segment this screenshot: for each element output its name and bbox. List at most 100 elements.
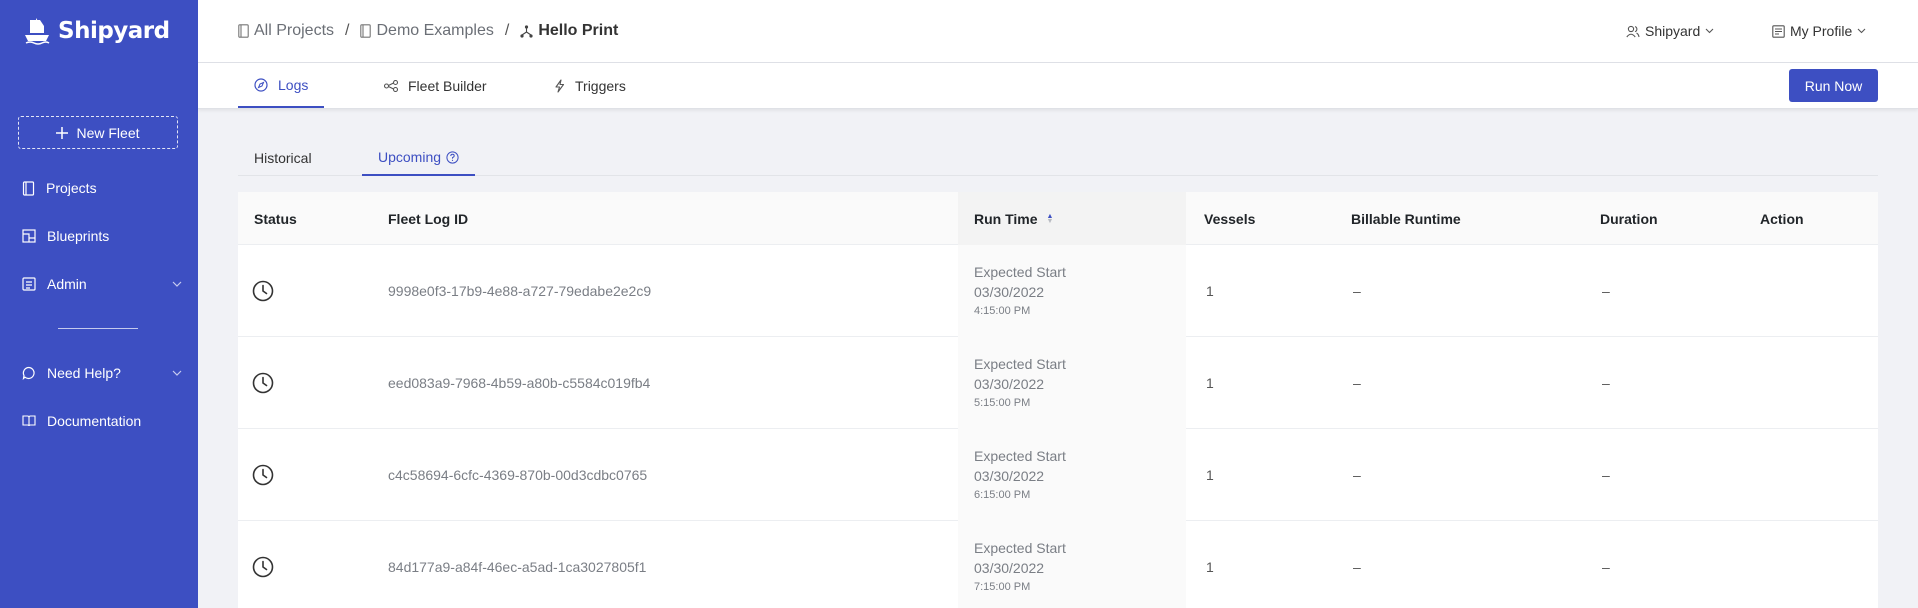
- tab-label: Logs: [278, 76, 309, 93]
- breadcrumb-separator: /: [504, 22, 510, 39]
- page-title: Hello Print: [538, 22, 619, 39]
- run-time-cell: Expected Start 03/30/2022 4:15:00 PM: [958, 245, 1186, 337]
- clock-icon: [252, 521, 274, 608]
- tab-logs[interactable]: Logs: [238, 63, 325, 108]
- org-menu-label: Shipyard: [1645, 23, 1701, 39]
- billable-runtime: –: [1353, 283, 1361, 299]
- lightning-icon: [554, 78, 565, 93]
- table-row[interactable]: 9998e0f3-17b9-4e88-a727-79edabe2e2c9 Exp…: [238, 245, 1878, 337]
- brand-name: Shipyard: [58, 18, 170, 44]
- tab-label: Fleet Builder: [408, 77, 487, 94]
- fleet-icon: [520, 24, 533, 38]
- breadcrumb-label: All Projects: [254, 22, 335, 39]
- help-circle-icon[interactable]: [446, 150, 459, 164]
- sidebar: Shipyard New Fleet Projects Blueprints A…: [0, 0, 198, 608]
- subtab-historical[interactable]: Historical: [254, 140, 312, 176]
- column-header-action: Action: [1760, 210, 1804, 227]
- book-icon: [238, 24, 249, 38]
- run-time-date: 03/30/2022: [974, 560, 1045, 576]
- run-time-time: 4:15:00 PM: [974, 305, 1031, 317]
- ship-icon: [22, 16, 52, 46]
- fleet-log-id[interactable]: c4c58694-6cfc-4369-870b-00d3cdbc0765: [388, 429, 647, 521]
- column-header-vessels: Vessels: [1204, 210, 1256, 227]
- chevron-down-icon: [172, 370, 182, 376]
- org-menu[interactable]: Shipyard: [1626, 23, 1714, 39]
- blueprint-icon: [22, 229, 36, 243]
- column-header-status: Status: [254, 210, 297, 227]
- nodes-icon: [384, 79, 398, 92]
- clock-icon: [252, 245, 274, 337]
- new-fleet-label: New Fleet: [76, 124, 140, 141]
- sidebar-item-label: Admin: [47, 276, 87, 292]
- fleet-log-id[interactable]: 84d177a9-a84f-46ec-a5ad-1ca3027805f1: [388, 521, 646, 608]
- table-header: Status Fleet Log ID Run Time ▲ ▼ Vessels …: [238, 192, 1878, 245]
- run-time-cell: Expected Start 03/30/2022 7:15:00 PM: [958, 521, 1186, 608]
- profile-card-icon: [1772, 24, 1785, 38]
- run-time-time: 5:15:00 PM: [974, 397, 1031, 409]
- top-header: All Projects / Demo Examples / Hello Pri…: [198, 0, 1918, 63]
- sidebar-item-projects[interactable]: Projects: [22, 180, 182, 196]
- sidebar-item-label: Projects: [46, 180, 97, 196]
- run-now-button[interactable]: Run Now: [1789, 69, 1878, 102]
- breadcrumb-separator: /: [345, 22, 350, 39]
- sidebar-item-admin[interactable]: Admin: [22, 276, 182, 292]
- sidebar-item-blueprints[interactable]: Blueprints: [22, 228, 182, 244]
- tab-fleet-builder[interactable]: Fleet Builder: [384, 63, 487, 108]
- brand-logo[interactable]: Shipyard: [22, 16, 170, 46]
- run-time-cell: Expected Start 03/30/2022 5:15:00 PM: [958, 337, 1186, 429]
- column-header-label: Run Time: [974, 210, 1038, 227]
- sidebar-divider: [58, 328, 138, 329]
- profile-menu[interactable]: My Profile: [1772, 23, 1866, 39]
- table-row[interactable]: 84d177a9-a84f-46ec-a5ad-1ca3027805f1 Exp…: [238, 521, 1878, 608]
- column-header-run-time[interactable]: Run Time ▲ ▼: [958, 192, 1186, 245]
- breadcrumb-demo-examples[interactable]: Demo Examples: [360, 22, 494, 40]
- new-fleet-button[interactable]: New Fleet: [18, 116, 178, 149]
- sidebar-item-label: Documentation: [47, 413, 142, 429]
- duration: –: [1602, 467, 1610, 483]
- sort-ascending-icon[interactable]: ▲ ▼: [1047, 213, 1054, 225]
- run-time-time: 6:15:00 PM: [974, 489, 1031, 501]
- sidebar-item-label: Blueprints: [47, 228, 110, 244]
- column-header-billable-runtime: Billable Runtime: [1351, 210, 1461, 227]
- chevron-down-icon: [1705, 28, 1714, 34]
- duration: –: [1602, 375, 1610, 391]
- run-time-label: Expected Start: [974, 264, 1066, 280]
- plus-icon: [56, 126, 69, 139]
- duration: –: [1602, 559, 1610, 575]
- sidebar-item-label: Need Help?: [47, 365, 121, 381]
- compass-icon: [254, 77, 268, 92]
- log-subtabs: Historical Upcoming: [238, 140, 1878, 176]
- chat-icon: [22, 366, 36, 380]
- admin-icon: [22, 277, 36, 291]
- table-row[interactable]: c4c58694-6cfc-4369-870b-00d3cdbc0765 Exp…: [238, 429, 1878, 521]
- clock-icon: [252, 429, 274, 521]
- breadcrumb-all-projects[interactable]: All Projects: [238, 22, 334, 40]
- vessels-count: 1: [1206, 375, 1214, 391]
- subtab-label: Upcoming: [378, 149, 442, 165]
- vessels-count: 1: [1206, 559, 1214, 575]
- run-time-cell: Expected Start 03/30/2022 6:15:00 PM: [958, 429, 1186, 521]
- book-icon: [22, 180, 35, 196]
- fleet-log-id[interactable]: 9998e0f3-17b9-4e88-a727-79edabe2e2c9: [388, 245, 651, 337]
- users-icon: [1626, 25, 1640, 38]
- breadcrumb: All Projects / Demo Examples / Hello Pri…: [238, 22, 618, 40]
- column-header-duration: Duration: [1600, 210, 1658, 227]
- billable-runtime: –: [1353, 559, 1361, 575]
- fleet-log-id[interactable]: eed083a9-7968-4b59-a80b-c5584c019fb4: [388, 337, 650, 429]
- sidebar-item-documentation[interactable]: Documentation: [22, 413, 182, 429]
- book-open-icon: [22, 415, 36, 427]
- tab-label: Triggers: [575, 77, 626, 94]
- run-time-time: 7:15:00 PM: [974, 581, 1031, 593]
- duration: –: [1602, 283, 1610, 299]
- profile-menu-label: My Profile: [1790, 23, 1853, 39]
- tab-triggers[interactable]: Triggers: [554, 63, 626, 108]
- run-time-label: Expected Start: [974, 356, 1066, 372]
- breadcrumb-current: Hello Print: [520, 22, 618, 40]
- chevron-down-icon: [1857, 28, 1866, 34]
- sidebar-item-need-help[interactable]: Need Help?: [22, 365, 182, 381]
- vessels-count: 1: [1206, 467, 1214, 483]
- subtab-upcoming[interactable]: Upcoming: [362, 140, 476, 176]
- breadcrumb-label: Demo Examples: [376, 22, 494, 39]
- table-row[interactable]: eed083a9-7968-4b59-a80b-c5584c019fb4 Exp…: [238, 337, 1878, 429]
- fleet-tabs-bar: Logs Fleet Builder Triggers Run Now: [198, 63, 1918, 109]
